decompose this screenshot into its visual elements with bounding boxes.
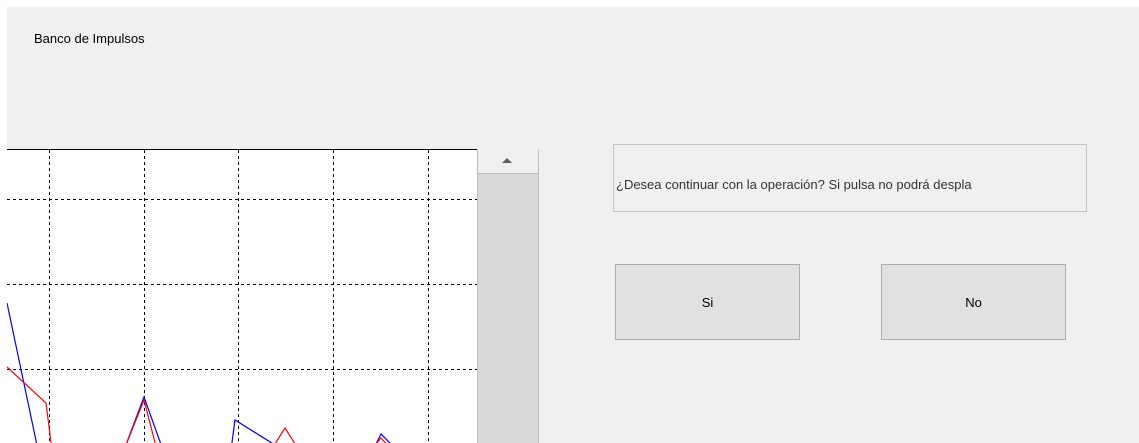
panel-title: Banco de Impulsos (34, 31, 145, 46)
window: Banco de Impulsos ¿Desea continuar con l… (0, 0, 1139, 443)
banco-de-impulsos-panel: Banco de Impulsos ¿Desea continuar con l… (7, 7, 1139, 443)
plot-grid (7, 150, 477, 443)
impulse-plot (7, 149, 478, 443)
plot-canvas (7, 150, 477, 443)
scroll-up-arrow-icon[interactable] (478, 149, 538, 174)
vertical-scrollbar[interactable] (477, 149, 539, 443)
series-line-blue (7, 302, 391, 443)
yes-button[interactable]: Si (615, 264, 800, 340)
no-button[interactable]: No (881, 264, 1066, 340)
confirmation-message-box: ¿Desea continuar con la operación? Si pu… (613, 144, 1087, 212)
confirmation-message-text: ¿Desea continuar con la operación? Si pu… (616, 177, 972, 192)
series-line-red (7, 366, 387, 443)
